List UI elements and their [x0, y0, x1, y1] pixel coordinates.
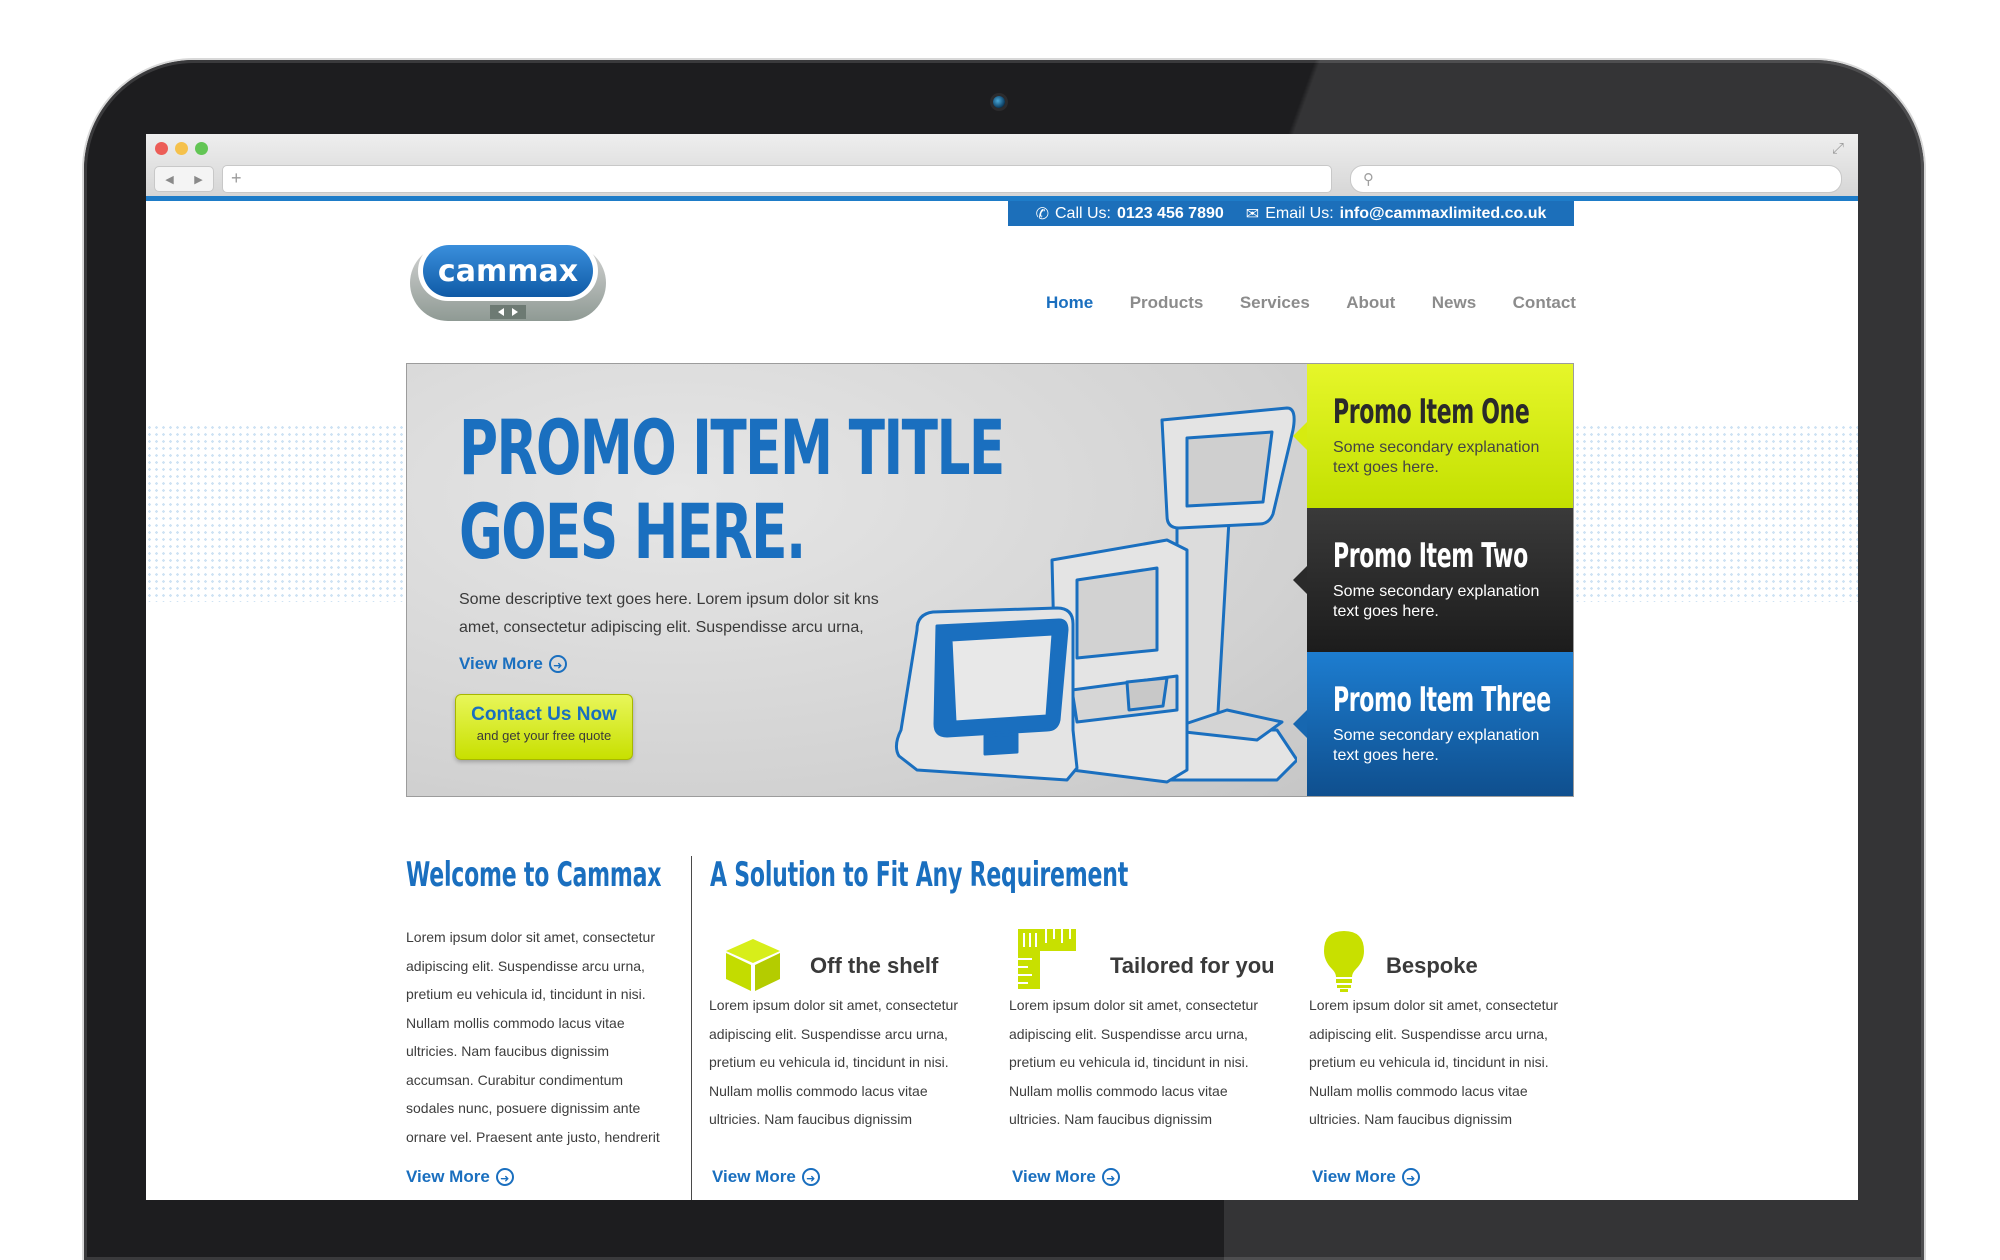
promo-item-three[interactable]: Promo Item Three Some secondary explanat… [1293, 652, 1573, 796]
hero-slider: PROMO ITEM TITLE GOES HERE. Some descrip… [406, 363, 1574, 797]
arrow-circle-icon: ➜ [495, 1168, 514, 1186]
column-divider [691, 856, 692, 1200]
promo-item-two[interactable]: Promo Item Two Some secondary explanatio… [1293, 508, 1573, 652]
nav-contact[interactable]: Contact [1513, 293, 1576, 313]
web-page: ✆ Call Us: 0123 456 7890 ✉ Email Us: inf… [146, 201, 1858, 1200]
feature-view-more-link[interactable]: View More ➜ [1012, 1167, 1120, 1187]
feature-view-more-link[interactable]: View More ➜ [1312, 1167, 1420, 1187]
zoom-window-button[interactable] [195, 142, 208, 155]
contact-bar: ✆ Call Us: 0123 456 7890 ✉ Email Us: inf… [1008, 201, 1574, 226]
close-window-button[interactable] [155, 142, 168, 155]
nav-services[interactable]: Services [1240, 293, 1310, 313]
feature-text-bespoke: Lorem ipsum dolor sit amet, consectetur … [1309, 997, 1558, 1127]
view-more-label: View More [459, 654, 543, 673]
feature-text-tailored-for-you: Lorem ipsum dolor sit amet, consectetur … [1009, 997, 1258, 1127]
promo-title: Promo Item Two [1333, 536, 1528, 576]
arrow-circle-icon: ➜ [548, 655, 567, 673]
kiosk-illustration [894, 406, 1297, 784]
promo-item-one[interactable]: Promo Item One Some secondary explanatio… [1293, 364, 1573, 508]
main-nav: Home Products Services About News Contac… [1046, 293, 1576, 313]
arrow-circle-icon: ➜ [801, 1168, 820, 1186]
nav-home[interactable]: Home [1046, 293, 1093, 313]
contact-us-button[interactable]: Contact Us Now and get your free quote [455, 694, 633, 760]
welcome-view-more-link[interactable]: View More ➜ [406, 1167, 514, 1187]
hero-title: PROMO ITEM TITLE GOES HERE. [459, 403, 1005, 576]
promo-text: Some secondary explanation text goes her… [1333, 439, 1540, 476]
hero-title-line2: GOES HERE. [459, 487, 806, 576]
promo-title: Promo Item One [1333, 392, 1530, 432]
email-contact[interactable]: ✉ Email Us: info@cammaxlimited.co.uk [1246, 204, 1547, 224]
new-tab-icon[interactable]: + [231, 168, 242, 188]
cta-subtitle: and get your free quote [476, 728, 612, 743]
nav-products[interactable]: Products [1130, 293, 1204, 313]
promo-text: Some secondary explanation text goes her… [1333, 583, 1540, 620]
feature-title-off-the-shelf: Off the shelf [810, 953, 939, 978]
call-label: Call Us: [1054, 204, 1111, 222]
fullscreen-icon[interactable]: ⤢ [1832, 140, 1844, 157]
hero-description: Some descriptive text goes here. Lorem i… [459, 591, 879, 636]
view-more-label: View More [1012, 1167, 1096, 1186]
arrow-circle-icon: ➜ [1101, 1168, 1120, 1186]
feature-view-more-link[interactable]: View More ➜ [712, 1167, 820, 1187]
minimize-window-button[interactable] [175, 142, 188, 155]
address-bar[interactable]: + [222, 165, 1332, 193]
phone-contact[interactable]: ✆ Call Us: 0123 456 7890 [1036, 204, 1224, 224]
promo-text: Some secondary explanation text goes her… [1333, 727, 1540, 764]
phone-icon: ✆ [1035, 205, 1049, 223]
hero-view-more-link[interactable]: View More ➜ [459, 654, 567, 674]
solution-heading: A Solution to Fit Any Requirement [710, 855, 1129, 895]
lightbulb-icon [1324, 931, 1364, 992]
logo-text: cammax [438, 254, 578, 289]
welcome-text: Lorem ipsum dolor sit amet, consectetur … [406, 929, 660, 1145]
hero-title-line1: PROMO ITEM TITLE [459, 403, 1005, 492]
webcam [993, 96, 1005, 108]
history-nav: ◀ ▶ [154, 166, 214, 192]
nav-about[interactable]: About [1346, 293, 1395, 313]
email-label: Email Us: [1265, 204, 1334, 222]
promo-title: Promo Item Three [1333, 680, 1551, 720]
feature-text-off-the-shelf: Lorem ipsum dolor sit amet, consectetur … [709, 997, 958, 1127]
envelope-icon: ✉ [1245, 205, 1260, 223]
view-more-label: View More [406, 1167, 490, 1186]
cta-title: Contact Us Now [471, 704, 617, 725]
feature-title-tailored-for-you: Tailored for you [1110, 953, 1275, 978]
call-number: 0123 456 7890 [1117, 204, 1224, 222]
browser-screen: ◀ ▶ + ⚲ ⤢ ✆ Call Us: 0123 456 7890 ✉ Ema… [146, 134, 1858, 1200]
browser-search-input[interactable]: ⚲ [1350, 165, 1842, 193]
view-more-label: View More [1312, 1167, 1396, 1186]
cammax-logo[interactable]: cammax [408, 239, 608, 323]
browser-chrome: ◀ ▶ + ⚲ ⤢ [146, 134, 1858, 201]
box-icon [726, 939, 780, 991]
back-arrow-icon[interactable]: ◀ [165, 173, 173, 186]
feature-title-bespoke: Bespoke [1386, 953, 1478, 978]
forward-arrow-icon[interactable]: ▶ [194, 173, 202, 186]
nav-news[interactable]: News [1432, 293, 1476, 313]
welcome-heading: Welcome to Cammax [406, 855, 662, 895]
email-address: info@cammaxlimited.co.uk [1339, 204, 1547, 222]
view-more-label: View More [712, 1167, 796, 1186]
ruler-icon [1018, 929, 1076, 989]
arrow-circle-icon: ➜ [1401, 1168, 1420, 1186]
search-icon: ⚲ [1363, 171, 1374, 188]
